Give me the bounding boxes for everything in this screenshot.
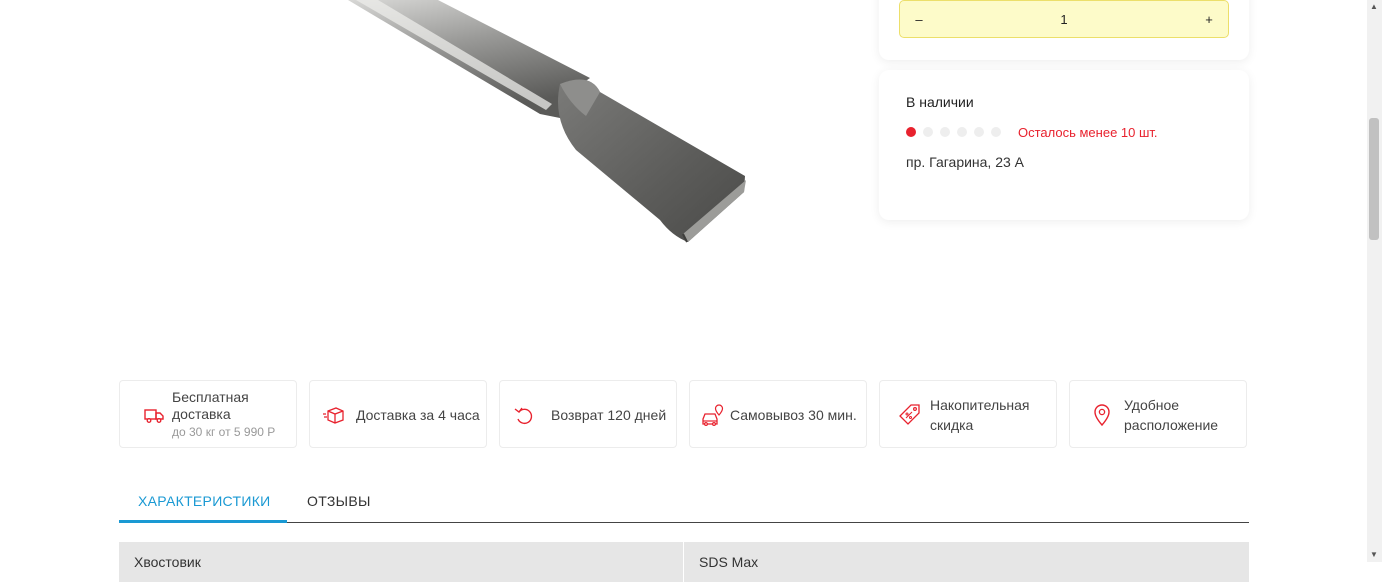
quantity-decrease-button[interactable]: – xyxy=(912,12,926,27)
product-tabs: ХАРАКТЕРИСТИКИ ОТЗЫВЫ xyxy=(119,480,1249,523)
stock-dot xyxy=(923,127,933,137)
feature-label: Накопительная скидка xyxy=(930,397,1030,433)
stock-dot xyxy=(906,127,916,137)
quantity-card: – 1 + xyxy=(879,0,1249,60)
feature-label: Удобное расположение xyxy=(1124,397,1219,433)
feature-return: Возврат 120 дней xyxy=(499,380,677,448)
tab-specifications[interactable]: ХАРАКТЕРИСТИКИ xyxy=(138,493,271,509)
quantity-stepper[interactable]: – 1 + xyxy=(899,0,1229,38)
store-address[interactable]: пр. Гагарина, 23 А xyxy=(906,154,1024,170)
box-icon xyxy=(323,407,344,424)
spec-value: SDS Max xyxy=(699,554,759,570)
stock-dot xyxy=(940,127,950,137)
stock-dot xyxy=(991,127,1001,137)
feature-free-delivery: Бесплатная доставка до 30 кг от 5 990 Р xyxy=(119,380,297,448)
feature-label: Доставка за 4 часа xyxy=(356,407,480,423)
table-row: Хвостовик SDS Max xyxy=(119,542,1249,582)
quantity-increase-button[interactable]: + xyxy=(1202,12,1216,27)
stock-card: В наличии Осталось менее 10 шт. пр. Гага… xyxy=(879,70,1249,220)
product-image xyxy=(120,0,860,360)
discount-tag-icon xyxy=(899,404,920,425)
chisel-image xyxy=(348,0,746,243)
spec-name: Хвостовик xyxy=(134,554,201,570)
tab-reviews[interactable]: ОТЗЫВЫ xyxy=(307,493,371,509)
feature-pickup: Самовывоз 30 мин. xyxy=(689,380,867,448)
pickup-car-icon xyxy=(702,404,724,427)
feature-loyalty-discount: Накопительная скидка xyxy=(879,380,1057,448)
return-arrow-icon xyxy=(514,407,533,425)
feature-sublabel: до 30 кг от 5 990 Р xyxy=(172,425,276,439)
stock-remaining-note: Осталось менее 10 шт. xyxy=(1018,125,1158,140)
feature-label: Бесплатная доставка xyxy=(172,389,249,422)
scroll-up-icon[interactable]: ▲ xyxy=(1370,2,1378,11)
active-tab-indicator xyxy=(119,520,287,523)
feature-label: Самовывоз 30 мин. xyxy=(730,407,857,423)
feature-convenient-location: Удобное расположение xyxy=(1069,380,1247,448)
stock-level-indicator xyxy=(906,127,1001,137)
column-divider xyxy=(683,542,684,582)
feature-label: Возврат 120 дней xyxy=(551,407,667,423)
quantity-value[interactable]: 1 xyxy=(1060,12,1067,27)
stock-dot xyxy=(957,127,967,137)
stock-status: В наличии xyxy=(906,94,974,110)
scrollbar-thumb[interactable] xyxy=(1369,118,1379,240)
location-pin-icon xyxy=(1094,404,1110,427)
page-scrollbar[interactable] xyxy=(1367,0,1382,562)
feature-fast-delivery: Доставка за 4 часа xyxy=(309,380,487,448)
scroll-down-icon[interactable]: ▼ xyxy=(1370,550,1378,559)
delivery-truck-icon xyxy=(144,409,164,423)
stock-dot xyxy=(974,127,984,137)
